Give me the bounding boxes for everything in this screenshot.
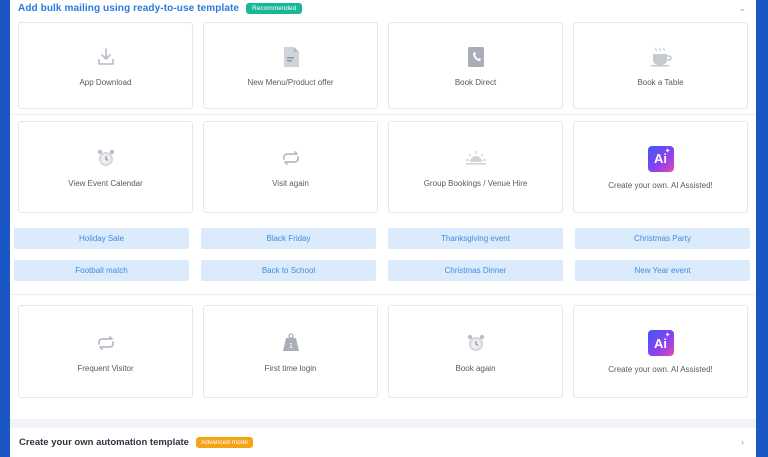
weight-icon: 1: [281, 331, 301, 355]
card-label: New Menu/Product offer: [247, 77, 334, 87]
card-label: Book a Table: [637, 77, 684, 87]
download-icon: [96, 45, 116, 69]
template-card-book-direct[interactable]: Book Direct: [388, 22, 563, 109]
template-card-book-again[interactable]: Book again: [388, 305, 563, 398]
chevron-right-icon[interactable]: ›: [741, 437, 744, 447]
card-label: Create your own. AI Assisted!: [608, 365, 713, 374]
card-label: First time login: [264, 363, 317, 373]
repeat-icon: [280, 146, 302, 170]
template-card-first-time-login[interactable]: 1 First time login: [203, 305, 378, 398]
pill-football-match[interactable]: Football match: [14, 260, 189, 281]
card-label: Visit again: [272, 179, 309, 188]
alarm-clock-icon: [96, 146, 116, 170]
repeat-icon: [95, 331, 117, 355]
pill-new-year-event[interactable]: New Year event: [575, 260, 750, 281]
pill-back-to-school[interactable]: Back to School: [201, 260, 376, 281]
divider: [10, 114, 756, 115]
bulk-mailing-header[interactable]: Add bulk mailing using ready-to-use temp…: [18, 0, 748, 16]
card-label: Frequent Visitor: [77, 363, 134, 373]
pill-thanksgiving-event[interactable]: Thanksgiving event: [388, 228, 563, 249]
automation-template-section[interactable]: Create your own automation template Adva…: [10, 428, 756, 457]
section-title: Create your own automation template: [19, 437, 189, 448]
card-label: Create your own. AI Assisted!: [608, 180, 713, 190]
card-label: View Event Calendar: [68, 179, 143, 188]
template-card-event-calendar[interactable]: View Event Calendar: [18, 121, 193, 213]
pill-holiday-sale[interactable]: Holiday Sale: [14, 228, 189, 249]
template-card-ai-assisted[interactable]: Ai ✦ Create your own. AI Assisted!: [573, 121, 748, 213]
card-label: Book Direct: [454, 77, 497, 87]
template-card-book-table[interactable]: Book a Table: [573, 22, 748, 109]
alarm-clock-icon: [466, 331, 486, 355]
divider: [10, 294, 756, 295]
template-panel: Add bulk mailing using ready-to-use temp…: [10, 0, 756, 457]
recommended-badge: Recommended: [246, 2, 303, 14]
template-card-ai-assisted[interactable]: Ai ✦ Create your own. AI Assisted!: [573, 305, 748, 398]
ai-icon: Ai ✦: [647, 329, 674, 357]
advanced-mode-badge: Advanced mode: [195, 437, 253, 448]
template-card-app-download[interactable]: App Download: [18, 22, 193, 109]
template-card-frequent-visitor[interactable]: Frequent Visitor: [18, 305, 193, 398]
phone-book-icon: [467, 45, 485, 69]
pill-christmas-party[interactable]: Christmas Party: [575, 228, 750, 249]
svg-text:1: 1: [288, 342, 292, 350]
template-card-new-menu[interactable]: New Menu/Product offer: [203, 22, 378, 109]
card-label: App Download: [79, 77, 132, 87]
chevron-down-icon[interactable]: ⌄: [738, 3, 746, 14]
template-card-visit-again[interactable]: Visit again: [203, 121, 378, 213]
card-label: Book again: [455, 363, 496, 373]
template-card-group-bookings[interactable]: Group Bookings / Venue Hire: [388, 121, 563, 213]
card-label: Group Bookings / Venue Hire: [423, 179, 528, 188]
coffee-cup-icon: [650, 45, 672, 69]
pill-christmas-dinner[interactable]: Christmas Dinner: [388, 260, 563, 281]
pill-black-friday[interactable]: Black Friday: [201, 228, 376, 249]
document-icon: [282, 45, 300, 69]
section-title: Add bulk mailing using ready-to-use temp…: [18, 2, 240, 14]
bulk-mailing-section: Add bulk mailing using ready-to-use temp…: [10, 0, 756, 419]
sunrise-icon: [465, 146, 487, 170]
ai-icon: Ai ✦: [647, 145, 674, 173]
